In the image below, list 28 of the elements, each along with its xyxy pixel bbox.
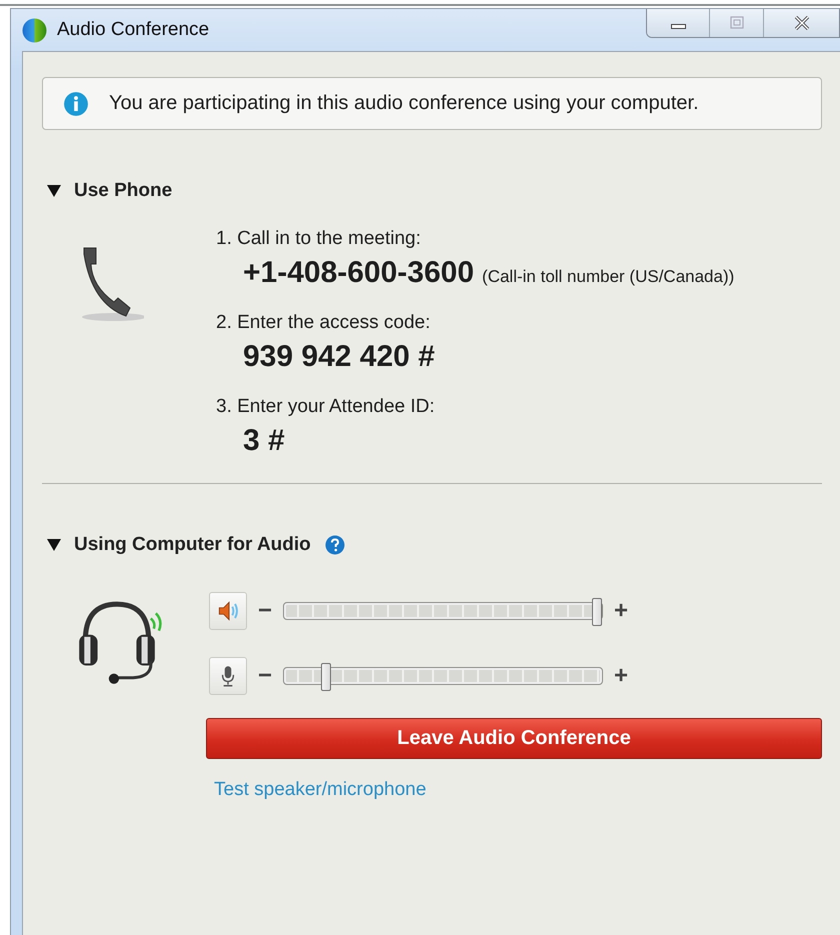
dial-number: 939 942 420 #: [243, 340, 435, 374]
test-speaker-microphone-link[interactable]: Test speaker/microphone: [214, 779, 426, 801]
help-icon[interactable]: [324, 535, 345, 555]
step-instruction: 2. Enter the access code:: [216, 312, 432, 334]
window-title: Audio Conference: [57, 19, 210, 41]
globe-icon: [22, 18, 47, 42]
collapse-triangle-icon[interactable]: [47, 539, 61, 551]
plus-sign: +: [612, 597, 629, 625]
section-title: Using Computer for Audio: [74, 534, 311, 556]
microphone-button[interactable]: [209, 657, 247, 695]
dial-number: 3 #: [243, 424, 285, 458]
leave-audio-conference-button[interactable]: Leave Audio Conference: [206, 718, 822, 759]
info-message: You are participating in this audio conference using your computer.: [109, 92, 699, 115]
minus-sign: −: [256, 597, 273, 625]
section-title: Use Phone: [74, 180, 172, 202]
dial-number: +1-408-600-3600: [243, 256, 474, 290]
collapse-triangle-icon[interactable]: [47, 185, 61, 197]
minimize-button[interactable]: [647, 9, 709, 37]
number-note: (Call-in toll number (US/Canada)): [482, 267, 734, 287]
step-instruction: 3. Enter your Attendee ID:: [216, 396, 436, 418]
info-icon: [63, 90, 89, 116]
slider-thumb[interactable]: [592, 598, 602, 626]
plus-sign: +: [612, 662, 629, 690]
slider-thumb[interactable]: [320, 663, 331, 691]
minimize-icon: [670, 24, 686, 28]
step-instruction: 1. Call in to the meeting:: [216, 228, 422, 250]
speaker-button[interactable]: [209, 592, 247, 630]
minus-sign: −: [256, 662, 273, 690]
